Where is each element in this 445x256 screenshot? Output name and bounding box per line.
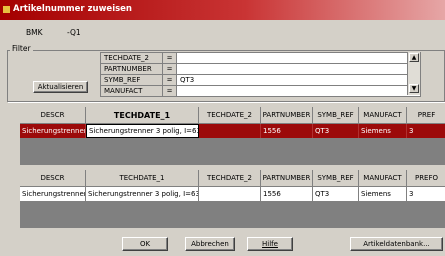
window-title: Artikelnummer zuweisen <box>13 4 132 14</box>
table-row-selected[interactable]: Sicherungstrenner Sicherungstrenner 3 po… <box>20 124 445 138</box>
ok-button-label: OK <box>139 240 151 248</box>
table-cell[interactable]: Sicherungstrenner <box>20 124 86 138</box>
filter-row[interactable]: PARTNUMBER = <box>101 64 420 75</box>
filter-field-name: SYMB_REF <box>101 75 163 85</box>
filter-row[interactable]: MANUFACT = <box>101 86 420 96</box>
table-cell-focused[interactable]: Sicherungstrenner 3 polig, I=63A <box>86 124 199 138</box>
table-cell[interactable]: 1556 <box>261 187 313 201</box>
filter-operator[interactable]: = <box>163 64 177 74</box>
column-header[interactable]: SYMB_REF <box>313 170 359 187</box>
table-cell[interactable]: 3 <box>407 124 445 138</box>
table-cell[interactable] <box>199 124 261 138</box>
cancel-button-label: Abbrechen <box>191 240 229 248</box>
filter-row[interactable]: SYMB_REF = QT3 <box>101 75 420 86</box>
column-header[interactable]: TECHDATE_1 <box>86 107 199 124</box>
table-cell[interactable]: Sicherungstrenner <box>20 187 86 201</box>
column-header[interactable]: TECHDATE_2 <box>199 107 261 124</box>
table-cell[interactable]: Sicherungstrenner 3 polig, I=63A <box>86 187 199 201</box>
filter-field-name: MANUFACT <box>101 86 163 96</box>
filter-group-title: Filter <box>10 44 33 53</box>
app-icon <box>3 6 10 13</box>
article-database-button-label: Artikeldatenbank... <box>363 240 430 248</box>
dialog-window: Artikelnummer zuweisen BMK -Q1 Filter Ak… <box>0 0 445 256</box>
table-cell[interactable]: QT3 <box>313 124 359 138</box>
refresh-button[interactable]: Aktualisieren <box>33 81 88 93</box>
bmk-value: -Q1 <box>67 28 81 37</box>
table-cell[interactable]: 3 <box>407 187 445 201</box>
column-header[interactable]: TECHDATE_1 <box>86 170 199 187</box>
column-header[interactable]: DESCR <box>20 107 86 124</box>
filter-value-input[interactable]: QT3 <box>178 75 420 85</box>
help-button[interactable]: Hilfe <box>247 237 293 251</box>
ok-button[interactable]: OK <box>122 237 168 251</box>
scroll-up-icon[interactable]: ▲ <box>409 53 419 62</box>
filter-field-name: PARTNUMBER <box>101 64 163 74</box>
filter-scrollbar[interactable]: ▲ ▼ <box>407 52 420 95</box>
column-header[interactable]: PARTNUMBER <box>261 107 313 124</box>
bmk-label: BMK <box>26 28 43 37</box>
column-header[interactable]: PARTNUMBER <box>261 170 313 187</box>
table-row[interactable]: Sicherungstrenner Sicherungstrenner 3 po… <box>20 187 445 201</box>
column-header[interactable]: SYMB_REF <box>313 107 359 124</box>
column-header[interactable]: DESCR <box>20 170 86 187</box>
filter-operator[interactable]: = <box>163 75 177 85</box>
table-cell[interactable] <box>199 187 261 201</box>
column-header[interactable]: MANUFACT <box>359 170 407 187</box>
article-list-grid: DESCR TECHDATE_1 TECHDATE_2 PARTNUMBER S… <box>20 170 445 228</box>
grid-header-row: DESCR TECHDATE_1 TECHDATE_2 PARTNUMBER S… <box>20 107 445 124</box>
column-header[interactable]: PREFO <box>407 170 445 187</box>
column-header[interactable]: TECHDATE_2 <box>199 170 261 187</box>
column-header[interactable]: PREF <box>407 107 445 124</box>
title-bar[interactable]: Artikelnummer zuweisen <box>0 0 445 20</box>
table-cell[interactable]: Siemens <box>359 124 407 138</box>
column-header[interactable]: MANUFACT <box>359 107 407 124</box>
refresh-button-label: Aktualisieren <box>37 83 84 91</box>
filter-row[interactable]: TECHDATE_2 = <box>101 53 420 64</box>
table-cell[interactable]: QT3 <box>313 187 359 201</box>
filter-value-input[interactable] <box>178 64 420 74</box>
filter-value-input[interactable] <box>178 53 420 63</box>
filter-table: TECHDATE_2 = PARTNUMBER = SYMB_REF = QT3… <box>100 52 421 97</box>
table-cell[interactable]: Siemens <box>359 187 407 201</box>
filter-value-input[interactable] <box>178 86 420 96</box>
selected-article-grid: DESCR TECHDATE_1 TECHDATE_2 PARTNUMBER S… <box>20 107 445 165</box>
filter-field-name: TECHDATE_2 <box>101 53 163 63</box>
table-cell[interactable]: 1556 <box>261 124 313 138</box>
help-button-label: Hilfe <box>262 240 278 248</box>
filter-operator[interactable]: = <box>163 86 177 96</box>
article-database-button[interactable]: Artikeldatenbank... <box>350 237 443 251</box>
grid-header-row: DESCR TECHDATE_1 TECHDATE_2 PARTNUMBER S… <box>20 170 445 187</box>
filter-operator[interactable]: = <box>163 53 177 63</box>
cancel-button[interactable]: Abbrechen <box>185 237 235 251</box>
scroll-down-icon[interactable]: ▼ <box>409 84 419 93</box>
